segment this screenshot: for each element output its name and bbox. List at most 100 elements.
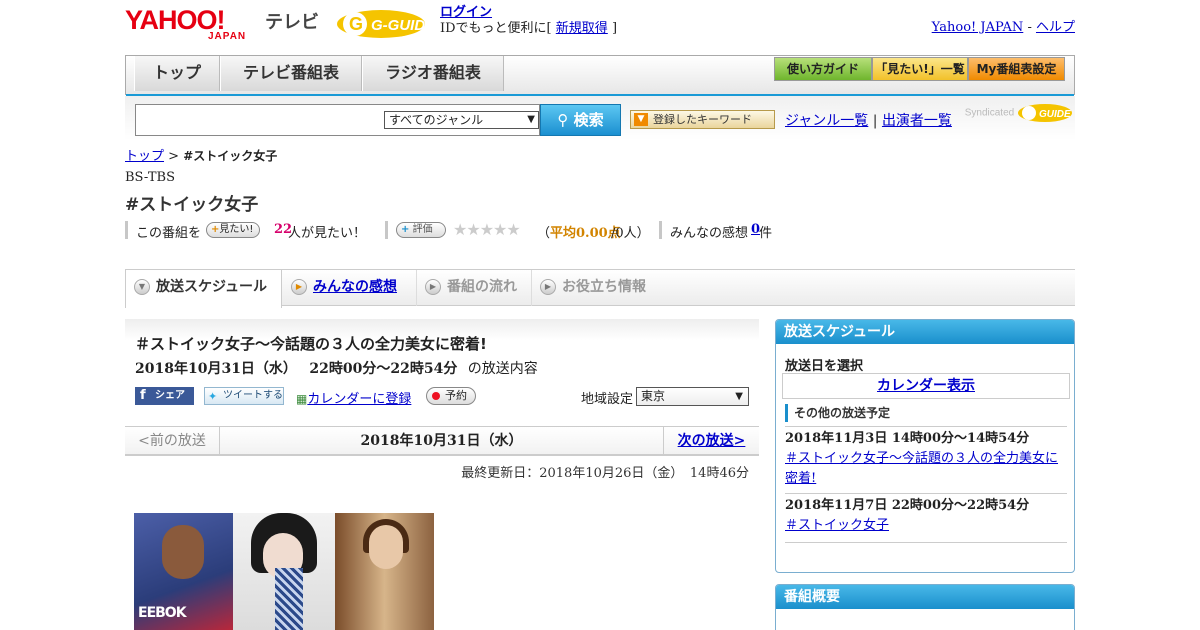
impressions-suffix: 件 [759, 226, 773, 241]
gguide-logo-text: G-GUIDE [371, 17, 431, 34]
stat-divider [385, 221, 388, 239]
record-dot-icon [432, 392, 440, 400]
svg-text:GUIDE: GUIDE [1039, 109, 1071, 120]
chevron-right-icon: ▶ [425, 279, 441, 295]
tab-label: 放送スケジュール [156, 279, 268, 295]
schedule-item: 2018年11月7日 22時00分～22時54分 ＃ストイック女子 [785, 493, 1067, 536]
tv-logo-text[interactable]: テレビ [265, 8, 319, 34]
mitai-list-button[interactable]: 「見たい!」一覧 [872, 57, 968, 81]
schedule-item: 2018年11月3日 14時00分～14時54分 ＃ストイック女子～今話題の３人… [785, 426, 1067, 489]
tab-label: お役立ち情報 [562, 279, 646, 295]
calendar-view-button[interactable]: カレンダー表示 [782, 373, 1070, 399]
rate-button[interactable]: + 評価 [396, 222, 446, 238]
episode-header: ＃ストイック女子～今話題の３人の全力美女に密着! 2018年10月31日（水） … [125, 319, 759, 425]
cast-list-link[interactable]: 出演者一覧 [882, 113, 952, 129]
share-row: f シェア ✦ ツイートする ▦カレンダーに登録 予約 地域設定 東京 ▼ [135, 387, 755, 407]
page-title: #ストイック女子 [125, 195, 259, 215]
region-select-value: 東京 [641, 389, 666, 403]
tweet-button-label: ツイートする [223, 390, 283, 401]
chevron-right-icon: ▶ [540, 279, 556, 295]
tab-label: 番組の流れ [447, 279, 517, 295]
syndicated-text: Syndicated [964, 107, 1015, 119]
next-broadcast-link[interactable]: 次の放送> [678, 433, 746, 449]
chevron-down-icon: ▼ [735, 391, 743, 402]
tab-label: みんなの感想 [313, 279, 397, 295]
prev-broadcast-link[interactable]: <前の放送 [125, 427, 220, 455]
facebook-share-button[interactable]: f シェア [135, 387, 194, 405]
yahoo-japan-logo-text: JAPAN [208, 31, 247, 42]
impressions-label: みんなの感想 [670, 226, 749, 241]
login-link[interactable]: ログイン [440, 5, 492, 20]
mitai-prefix: この番組を [136, 226, 202, 241]
yahoo-japan-link[interactable]: Yahoo! JAPAN [932, 20, 1024, 35]
nav-tab-top[interactable]: トップ [134, 56, 220, 91]
breadcrumb-current: #ストイック女子 [183, 149, 278, 163]
episode-time: 22時00分～22時54分 [309, 361, 458, 377]
episode-date: 2018年10月31日（水） [135, 361, 297, 377]
usage-guide-button[interactable]: 使い方ガイド [774, 57, 872, 81]
syndicated-gguide-logo: Syndicated GUIDE [965, 102, 1073, 124]
search-button-label: 検索 [573, 111, 604, 129]
calendar-icon: ▦ [296, 392, 308, 406]
svg-text:G: G [349, 14, 363, 34]
thumbnail-face [369, 525, 403, 569]
signup-link[interactable]: 新規取得 [556, 21, 608, 36]
next-broadcast: 次の放送> [663, 427, 759, 455]
genre-select[interactable]: すべてのジャンル ▼ [384, 111, 539, 129]
nav-tab-tv-schedule[interactable]: テレビ番組表 [220, 56, 362, 91]
program-overview-panel: 番組概要 [775, 584, 1075, 630]
schedule-item-link[interactable]: ＃ストイック女子 [785, 518, 889, 533]
thumbnail-photo-musician [335, 513, 434, 630]
tab-broadcast-schedule[interactable]: ▼ 放送スケジュール [125, 270, 282, 308]
tab-useful-info[interactable]: ▶ お役立ち情報 [532, 270, 662, 306]
search-link-divider: | [872, 113, 878, 129]
thumbnail-photo-athlete: EEBOK [134, 513, 233, 630]
search-button[interactable]: ⚲ 検索 [540, 104, 621, 136]
breadcrumb-separator: > [168, 149, 180, 164]
tweet-button[interactable]: ✦ ツイートする [204, 387, 284, 405]
breadcrumb-top-link[interactable]: トップ [125, 149, 164, 164]
thumbnail-text: EEBOK [138, 605, 187, 621]
calendar-register-link[interactable]: カレンダーに登録 [307, 392, 411, 407]
program-overview-header: 番組概要 [776, 585, 1074, 609]
mitai-suffix: 人が見たい！ [288, 226, 367, 241]
registered-keyword-label: 登録したキーワード [653, 113, 752, 126]
tab-impressions[interactable]: ▶ みんなの感想 [283, 270, 417, 306]
triangle-down-icon: ▼ [634, 113, 648, 126]
registered-keyword-button[interactable]: ▼ 登録したキーワード [630, 110, 775, 129]
chevron-right-icon: ▶ [291, 279, 307, 295]
schedule-divider [785, 542, 1067, 543]
my-schedule-settings-button[interactable]: My番組表設定 [968, 57, 1065, 81]
gguide-small-logo-icon: GUIDE [1018, 104, 1072, 122]
program-tabs: ▼ 放送スケジュール ▶ みんなの感想 ▶ 番組の流れ ▶ お役立ち情報 [125, 269, 1075, 308]
avg-people: /0人） [611, 226, 650, 241]
gguide-logo[interactable]: G G-GUIDE [335, 6, 431, 40]
broadcast-schedule-panel: 放送スケジュール 放送日を選択 カレンダー表示 その他の放送予定 2018年11… [775, 319, 1075, 573]
plus-icon: + [401, 224, 410, 235]
schedule-item-link[interactable]: ＃ストイック女子～今話題の３人の全力美女に密着! [785, 451, 1058, 486]
login-sub-prefix: IDでもっと便利に[ [440, 21, 552, 36]
header-links: Yahoo! JAPAN - ヘルプ [932, 16, 1075, 35]
schedule-item-datetime: 2018年11月3日 14時00分～14時54分 [785, 431, 1030, 446]
header-link-separator: - [1027, 20, 1032, 35]
thumbnail-photo-artist [233, 513, 335, 630]
schedule-item-datetime: 2018年11月7日 22時00分～22時54分 [785, 498, 1030, 513]
episode-datetime: 2018年10月31日（水） 22時00分～22時54分 の放送内容 [135, 358, 538, 378]
reserve-button[interactable]: 予約 [426, 387, 476, 405]
genre-select-value: すべてのジャンル [389, 113, 484, 127]
stat-divider [659, 221, 662, 239]
genre-list-link[interactable]: ジャンル一覧 [785, 113, 868, 129]
mitai-button[interactable]: +見たい! [206, 222, 261, 238]
calendar-register: ▦カレンダーに登録 [296, 388, 411, 407]
chevron-down-icon: ▼ [134, 279, 150, 295]
calendar-view-link[interactable]: カレンダー表示 [877, 378, 975, 394]
nav-tab-radio-schedule[interactable]: ラジオ番組表 [362, 56, 504, 91]
main-nav: トップ テレビ番組表 ラジオ番組表 使い方ガイド 「見たい!」一覧 My番組表設… [125, 55, 1075, 99]
search-links: ジャンル一覧 | 出演者一覧 [785, 110, 952, 130]
star-rating-icon: ★★★★★ [453, 220, 521, 239]
region-select[interactable]: 東京 ▼ [636, 387, 749, 406]
login-box: ログイン IDでもっと便利に[ 新規取得 ] [440, 5, 617, 37]
help-link[interactable]: ヘルプ [1036, 20, 1075, 35]
tab-program-flow[interactable]: ▶ 番組の流れ [417, 270, 532, 306]
other-broadcasts-label: その他の放送予定 [785, 404, 1067, 422]
